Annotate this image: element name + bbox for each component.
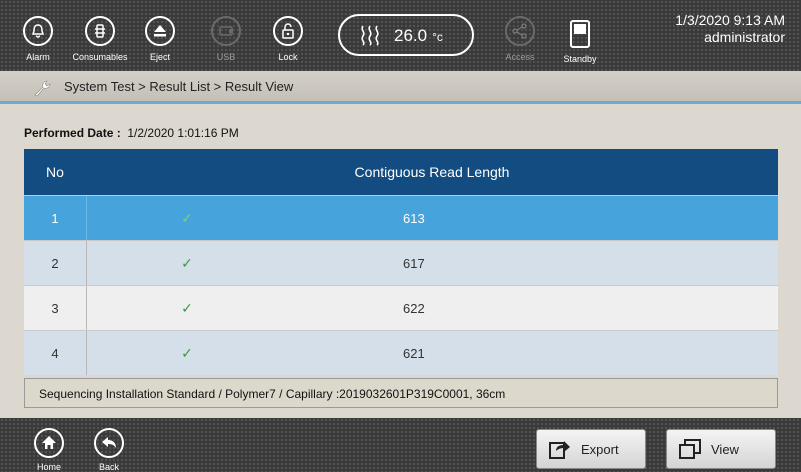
view-icon xyxy=(679,439,701,462)
check-icon: ✓ xyxy=(181,344,193,361)
temperature-unit: °c xyxy=(432,30,443,44)
usb-label: USB xyxy=(216,52,236,62)
check-icon: ✓ xyxy=(181,299,193,316)
export-button[interactable]: Export xyxy=(536,429,646,469)
table-row[interactable]: 2 ✓ 617 xyxy=(24,240,778,285)
performed-date-value: 1/2/2020 1:01:16 PM xyxy=(127,126,239,140)
eject-button[interactable]: Eject xyxy=(130,6,190,66)
date-time: 1/3/2020 9:13 AM xyxy=(675,12,785,28)
row-no: 3 xyxy=(24,286,87,330)
wrench-icon xyxy=(33,79,53,102)
alarm-label: Alarm xyxy=(26,52,50,62)
access-icon xyxy=(505,16,535,46)
row-value: 613 xyxy=(403,210,425,226)
home-button[interactable]: Home xyxy=(24,428,74,472)
home-label: Home xyxy=(36,462,61,472)
run-info: Sequencing Installation Standard / Polym… xyxy=(24,378,778,408)
result-table: No Contiguous Read Length 1 ✓ 613 2 ✓ 61… xyxy=(24,149,778,375)
temperature-display[interactable]: 26.0 °c xyxy=(338,14,474,56)
view-label: View xyxy=(711,442,739,457)
breadcrumb-text: System Test > Result List > Result View xyxy=(64,79,294,94)
current-user: administrator xyxy=(704,29,785,45)
view-button[interactable]: View xyxy=(666,429,776,469)
export-icon xyxy=(549,439,571,462)
alarm-button[interactable]: Alarm xyxy=(8,6,68,66)
usb-icon xyxy=(211,16,241,46)
table-header: No Contiguous Read Length xyxy=(24,149,778,195)
heat-icon xyxy=(358,24,384,51)
consumables-label: Consumables xyxy=(72,52,128,62)
top-toolbar: Alarm Consumables Eject USB Lock 26.0 °c xyxy=(0,0,801,71)
performed-date: Performed Date : 1/2/2020 1:01:16 PM xyxy=(24,126,239,140)
column-header-no: No xyxy=(46,164,64,180)
row-no: 1 xyxy=(24,196,87,240)
lock-label: Lock xyxy=(278,52,298,62)
usb-button[interactable]: USB xyxy=(196,6,256,66)
alarm-icon xyxy=(23,16,53,46)
bottom-toolbar: Home Back Export View xyxy=(0,418,801,472)
standby-icon[interactable] xyxy=(570,20,590,48)
row-no: 2 xyxy=(24,241,87,285)
consumables-icon xyxy=(85,16,115,46)
temperature-value-wrap: 26.0 °c xyxy=(394,26,443,46)
export-label: Export xyxy=(581,442,619,457)
standby-label: Standby xyxy=(563,54,597,64)
check-icon: ✓ xyxy=(181,209,193,226)
row-value: 622 xyxy=(403,300,425,316)
row-no: 4 xyxy=(24,331,87,375)
lock-icon xyxy=(273,16,303,46)
breadcrumb: System Test > Result List > Result View xyxy=(0,71,801,104)
access-button[interactable]: Access xyxy=(490,6,550,66)
check-icon: ✓ xyxy=(181,254,193,271)
table-row[interactable]: 3 ✓ 622 xyxy=(24,285,778,330)
back-button[interactable]: Back xyxy=(84,428,134,472)
lock-button[interactable]: Lock xyxy=(258,6,318,66)
table-row[interactable]: 4 ✓ 621 xyxy=(24,330,778,375)
status-datetime: 1/3/2020 9:13 AM administrator xyxy=(675,12,785,46)
column-header-read-length: Contiguous Read Length xyxy=(354,164,510,180)
access-label: Access xyxy=(505,52,535,62)
row-value: 621 xyxy=(403,345,425,361)
eject-icon xyxy=(145,16,175,46)
consumables-button[interactable]: Consumables xyxy=(70,6,130,66)
back-icon xyxy=(94,428,124,458)
table-row[interactable]: 1 ✓ 613 xyxy=(24,195,778,240)
back-label: Back xyxy=(98,462,119,472)
row-value: 617 xyxy=(403,255,425,271)
performed-date-label: Performed Date : xyxy=(24,126,121,140)
eject-label: Eject xyxy=(149,52,170,62)
home-icon xyxy=(34,428,64,458)
temperature-value: 26.0 xyxy=(394,26,428,45)
